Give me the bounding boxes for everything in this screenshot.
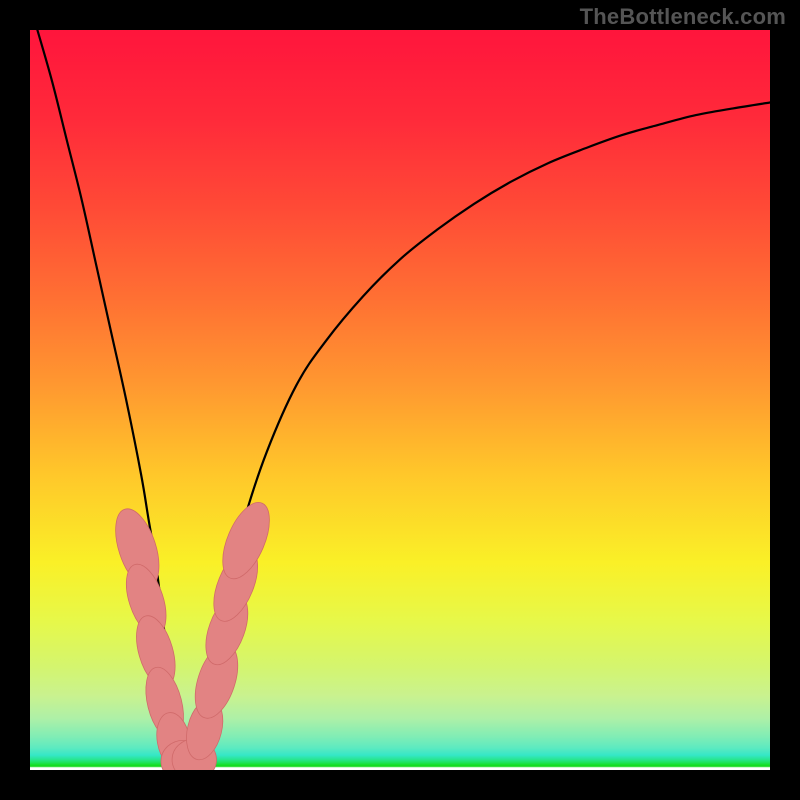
plot-area bbox=[30, 30, 770, 770]
chart-svg bbox=[30, 30, 770, 770]
chart-frame: TheBottleneck.com bbox=[0, 0, 800, 800]
data-markers bbox=[107, 496, 279, 770]
watermark-text: TheBottleneck.com bbox=[580, 4, 786, 30]
